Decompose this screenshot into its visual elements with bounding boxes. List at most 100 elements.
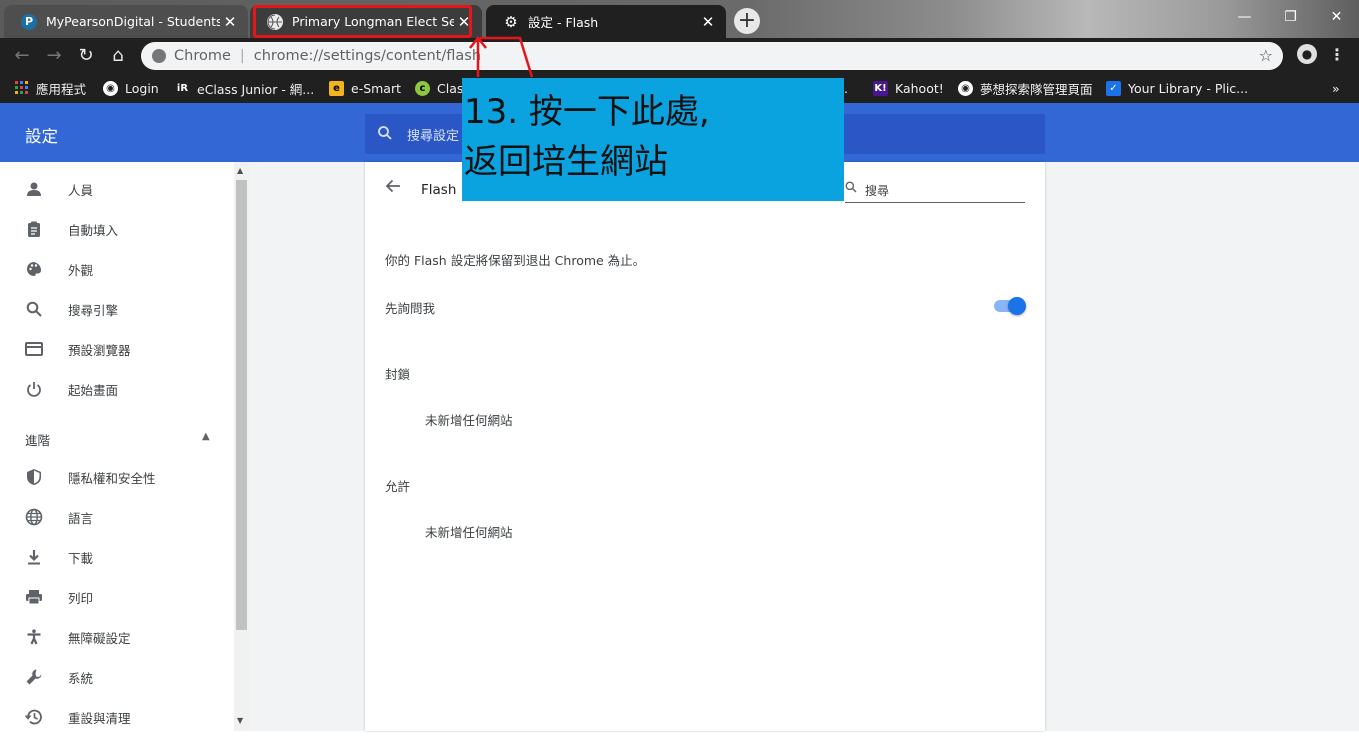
sidebar-item-people[interactable]: 人員 bbox=[0, 169, 234, 209]
accessibility-icon bbox=[24, 627, 44, 647]
new-tab-button[interactable]: + bbox=[734, 8, 760, 34]
reload-button[interactable]: ↻ bbox=[72, 38, 100, 73]
scroll-down-arrow-icon[interactable]: ▼ bbox=[237, 716, 243, 725]
power-icon bbox=[24, 379, 44, 399]
bookmark-esmart[interactable]: e e-Smart bbox=[329, 73, 401, 103]
flash-notice-text: 你的 Flash 設定將保留到退出 Chrome 為止。 bbox=[385, 253, 646, 268]
bookmark-hidden[interactable]: . bbox=[844, 73, 848, 103]
download-icon bbox=[24, 547, 44, 567]
bookmark-star-icon[interactable]: ☆ bbox=[1259, 46, 1273, 65]
history-icon bbox=[24, 707, 44, 727]
sidebar-item-label: 列印 bbox=[68, 590, 94, 606]
chrome-logo-icon bbox=[152, 49, 166, 63]
ask-first-toggle[interactable] bbox=[994, 297, 1026, 315]
bookmark-login[interactable]: ◉ Login bbox=[103, 73, 159, 103]
back-button[interactable]: ← bbox=[8, 38, 36, 73]
page-title: Flash bbox=[421, 182, 457, 198]
omnibox[interactable]: Chrome | chrome://settings/content/flash… bbox=[141, 42, 1283, 70]
sidebar-item-languages[interactable]: 語言 bbox=[0, 497, 234, 537]
bookmark-label: Clas bbox=[437, 80, 464, 96]
globe-icon: ◉ bbox=[103, 80, 118, 96]
sidebar-item-system[interactable]: 系統 bbox=[0, 657, 234, 697]
sidebar-item-label: 人員 bbox=[68, 182, 94, 198]
sidebar-item-label: 搜尋引擎 bbox=[68, 302, 119, 318]
search-icon bbox=[378, 125, 392, 144]
bookmark-label: eClass Junior - 網... bbox=[197, 81, 315, 97]
globe-icon: ◉ bbox=[958, 80, 973, 96]
sidebar-item-search-engine[interactable]: 搜尋引擎 bbox=[0, 289, 234, 329]
sidebar-item-printing[interactable]: 列印 bbox=[0, 577, 234, 617]
omnibox-url[interactable]: chrome://settings/content/flash bbox=[254, 48, 481, 64]
globe-icon bbox=[24, 507, 44, 527]
minimize-button[interactable]: — bbox=[1222, 0, 1267, 34]
sidebar-item-label: 重設與清理 bbox=[68, 710, 131, 726]
toggle-knob bbox=[1008, 297, 1026, 315]
clipboard-icon bbox=[24, 219, 44, 239]
tab-title: 設定 - Flash bbox=[528, 15, 599, 30]
settings-title: 設定 bbox=[25, 127, 58, 146]
collapse-arrow-icon[interactable]: ▲ bbox=[202, 431, 210, 442]
tab-highlight-annotation bbox=[253, 5, 472, 38]
sidebar-item-autofill[interactable]: 自動填入 bbox=[0, 209, 234, 249]
browser-icon bbox=[24, 339, 44, 359]
omnibox-separator: | bbox=[239, 48, 245, 64]
menu-icon[interactable]: ⋮ bbox=[1329, 45, 1345, 64]
bookmark-label: Your Library - Plic... bbox=[1128, 80, 1249, 96]
bookmark-your-library[interactable]: ✓ Your Library - Plic... bbox=[1106, 73, 1248, 103]
scrollbar-thumb[interactable] bbox=[236, 180, 247, 630]
sidebar-item-label: 語言 bbox=[68, 510, 94, 526]
shield-icon bbox=[24, 467, 44, 487]
search-icon bbox=[845, 181, 857, 196]
omnibox-origin: Chrome bbox=[174, 48, 231, 64]
sidebar-item-label: 外觀 bbox=[68, 262, 94, 278]
close-tab-icon[interactable]: ✕ bbox=[698, 13, 718, 31]
flash-search-input[interactable]: 搜尋 bbox=[845, 178, 1025, 203]
sidebar-item-reset[interactable]: 重設與清理 bbox=[0, 697, 234, 737]
advanced-section-toggle[interactable]: 進階 bbox=[25, 430, 50, 449]
tab-mypearsondigital[interactable]: P MyPearsonDigital - Students - ✕ bbox=[4, 5, 248, 38]
flash-settings-card bbox=[365, 162, 1045, 731]
bookmark-label: Login bbox=[125, 80, 159, 96]
callout-line-2: 返回培生網站 bbox=[464, 142, 668, 182]
forward-button[interactable]: → bbox=[40, 38, 68, 73]
sidebar-item-label: 自動填入 bbox=[68, 222, 119, 238]
sidebar-item-accessibility[interactable]: 無障礙設定 bbox=[0, 617, 234, 657]
wrench-icon bbox=[24, 667, 44, 687]
ask-first-label: 先詢問我 bbox=[385, 301, 436, 316]
sidebar-item-default-browser[interactable]: 預設瀏覽器 bbox=[0, 329, 234, 369]
scroll-up-arrow-icon[interactable]: ▲ bbox=[237, 166, 243, 175]
person-icon bbox=[24, 179, 44, 199]
sidebar-item-privacy[interactable]: 隱私權和安全性 bbox=[0, 457, 234, 497]
annotation-arrow bbox=[469, 35, 534, 78]
bookmark-dream-team[interactable]: ◉ 夢想探索隊管理頁面 bbox=[958, 73, 1093, 103]
account-icon[interactable]: ● bbox=[1297, 44, 1317, 64]
bookmark-apps[interactable]: 應用程式 bbox=[14, 73, 86, 103]
gear-icon: ⚙ bbox=[504, 12, 518, 31]
sidebar-item-startup[interactable]: 起始畫面 bbox=[0, 369, 234, 409]
bookmark-eclass-junior[interactable]: iR eClass Junior - 網... bbox=[175, 73, 314, 103]
block-empty-text: 未新增任何網站 bbox=[425, 413, 513, 428]
back-arrow-icon[interactable] bbox=[385, 178, 401, 199]
search-placeholder: 搜尋 bbox=[865, 184, 890, 198]
sidebar-item-label: 下載 bbox=[68, 550, 94, 566]
sidebar-item-label: 無障礙設定 bbox=[68, 630, 131, 646]
settings-sidebar: 人員 自動填入 外觀 搜尋引擎 預設瀏覽器 起始畫面 進階 ▲ 隱私權和安全性 … bbox=[0, 162, 234, 731]
esmart-icon: e bbox=[329, 80, 344, 96]
bookmarks-overflow-button[interactable]: » bbox=[1332, 73, 1340, 103]
sidebar-item-downloads[interactable]: 下載 bbox=[0, 537, 234, 577]
restore-button[interactable]: ❐ bbox=[1268, 0, 1313, 34]
instruction-callout: 13. 按一下此處, 返回培生網站 bbox=[462, 78, 844, 201]
sidebar-item-appearance[interactable]: 外觀 bbox=[0, 249, 234, 289]
palette-icon bbox=[24, 259, 44, 279]
bookmark-class[interactable]: c Clas bbox=[415, 73, 463, 103]
close-window-button[interactable]: ✕ bbox=[1314, 0, 1359, 34]
bookmark-label: e-Smart bbox=[351, 80, 402, 96]
close-tab-icon[interactable]: ✕ bbox=[220, 13, 240, 31]
bookmark-kahoot[interactable]: K! Kahoot! bbox=[873, 73, 944, 103]
allow-empty-text: 未新增任何網站 bbox=[425, 525, 513, 540]
bookmark-label: Kahoot! bbox=[895, 80, 944, 96]
home-button[interactable]: ⌂ bbox=[104, 38, 132, 73]
search-icon bbox=[24, 299, 44, 319]
tab-title: MyPearsonDigital - Students - bbox=[46, 14, 220, 29]
apps-grid-icon bbox=[14, 81, 29, 96]
